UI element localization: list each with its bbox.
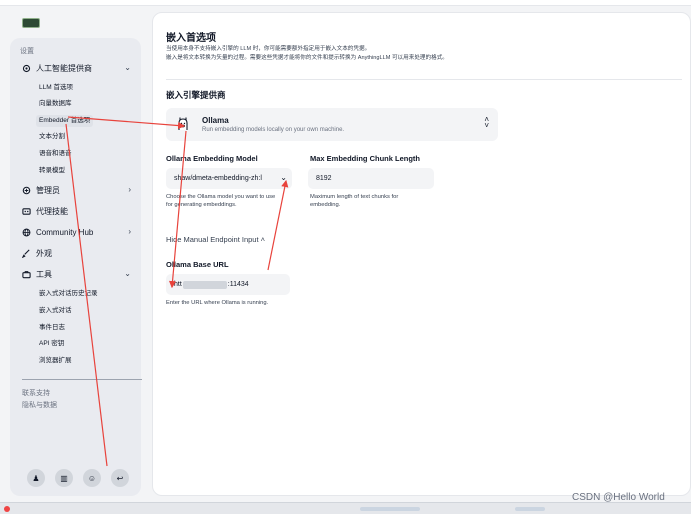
chevron-down-icon: ⌄ bbox=[280, 173, 287, 182]
chevron-right-icon: › bbox=[128, 227, 131, 236]
provider-selector[interactable]: Ollama Run embedding models locally on y… bbox=[166, 108, 498, 141]
header-divider bbox=[166, 79, 682, 80]
sub-item-embedder[interactable]: Embedder 首选项 bbox=[36, 115, 94, 127]
embedding-model-help-line-1: Choose the Ollama model you want to use bbox=[166, 194, 276, 200]
nav-agent-skills[interactable]: 代理技能 bbox=[10, 203, 141, 219]
nav-appearance-label: 外观 bbox=[36, 248, 52, 258]
chunk-length-help: Maximum length of text chunks for embedd… bbox=[310, 193, 398, 209]
page-title: 嵌入首选项 bbox=[166, 33, 216, 44]
base-url-label: Ollama Base URL bbox=[166, 260, 229, 269]
embedding-model-help: Choose the Ollama model you want to use … bbox=[166, 193, 275, 209]
status-dot bbox=[4, 506, 10, 512]
chunk-length-help-line-2: embedding. bbox=[310, 202, 341, 208]
sub-item-transcription[interactable]: 转录模型 bbox=[36, 165, 68, 177]
base-url-help: Enter the URL where Ollama is running. bbox=[166, 300, 269, 306]
chunk-length-input[interactable]: 8192 bbox=[308, 168, 434, 189]
base-url-value-suffix: :11434 bbox=[227, 281, 249, 288]
sub-item-event-log[interactable]: 事件日志 bbox=[36, 322, 68, 334]
settings-section-label: 设置 bbox=[20, 48, 34, 55]
github-icon: ♟ bbox=[32, 473, 40, 483]
discord-button[interactable]: ☺ bbox=[83, 469, 101, 487]
embedding-model-label: Ollama Embedding Model bbox=[166, 154, 258, 163]
base-url-value-prefix: htt bbox=[174, 281, 182, 288]
chevron-up-icon: ˄ bbox=[260, 235, 266, 244]
nav-tools-label: 工具 bbox=[36, 269, 52, 279]
sidebar: 设置 人工智能提供商 ⌄ LLM 首选项 向量数据库 Embedder 首选项 … bbox=[0, 6, 150, 502]
page-description-line-2: 嵌入是将文本转换为矢量的过程。需要这些凭据才能将你的文件和提示转换为 Anyth… bbox=[166, 55, 448, 61]
nav-admin[interactable]: 管理员 › bbox=[10, 182, 141, 198]
brush-icon bbox=[22, 249, 31, 258]
discord-icon: ☺ bbox=[87, 473, 97, 483]
sub-item-embed-chat-history[interactable]: 嵌入式对话历史记录 bbox=[36, 288, 101, 300]
taskbar bbox=[0, 502, 691, 514]
sub-item-embed-chat[interactable]: 嵌入式对话 bbox=[36, 305, 75, 317]
contact-support-link[interactable]: 联系支持 bbox=[22, 388, 50, 398]
back-arrow-icon: ↩ bbox=[116, 473, 124, 483]
gear-icon bbox=[22, 64, 31, 73]
admin-icon bbox=[22, 186, 31, 195]
chevron-down-icon: ⌄ bbox=[124, 63, 131, 72]
taskbar-segment bbox=[515, 507, 545, 511]
chunk-length-value: 8192 bbox=[316, 175, 332, 182]
chevron-down-icon: ⌄ bbox=[124, 269, 131, 278]
manual-endpoint-toggle-label: Hide Manual Endpoint Input bbox=[166, 235, 259, 244]
github-button[interactable]: ♟ bbox=[27, 469, 45, 487]
provider-name: Ollama bbox=[202, 116, 229, 125]
sidebar-divider bbox=[22, 379, 142, 380]
sub-item-voice[interactable]: 语音和语音 bbox=[36, 148, 75, 160]
redacted-host bbox=[182, 280, 227, 289]
settings-panel: 设置 人工智能提供商 ⌄ LLM 首选项 向量数据库 Embedder 首选项 … bbox=[10, 38, 142, 496]
provider-heading: 嵌入引擎提供商 bbox=[166, 90, 226, 100]
chevron-right-icon: › bbox=[128, 185, 131, 194]
privacy-link[interactable]: 隐私与数据 bbox=[22, 400, 57, 410]
nav-appearance[interactable]: 外观 bbox=[10, 245, 141, 261]
nav-ai-providers-label: 人工智能提供商 bbox=[36, 63, 92, 73]
nav-community-hub[interactable]: Community Hub › bbox=[10, 224, 141, 240]
docs-button[interactable]: ▥ bbox=[55, 469, 73, 487]
provider-description: Run embedding models locally on your own… bbox=[202, 127, 345, 133]
chevron-updown-icon: ˄ ˅ bbox=[484, 115, 489, 130]
nav-tools[interactable]: 工具 ⌄ bbox=[10, 266, 141, 282]
manual-endpoint-toggle[interactable]: Hide Manual Endpoint Input ˄ bbox=[166, 235, 265, 244]
nav-community-hub-label: Community Hub bbox=[36, 227, 94, 237]
nav-ai-providers[interactable]: 人工智能提供商 ⌄ bbox=[10, 60, 141, 76]
nav-admin-label: 管理员 bbox=[36, 185, 60, 195]
robot-icon bbox=[22, 207, 31, 216]
sub-item-api-keys[interactable]: API 密钥 bbox=[36, 338, 67, 350]
sub-item-text-splitter[interactable]: 文本分割 bbox=[36, 131, 68, 143]
embedding-model-select[interactable]: shaw/dmeta-embedding-zh:l ⌄ bbox=[166, 168, 292, 189]
back-button[interactable]: ↩ bbox=[111, 469, 129, 487]
chunk-length-label: Max Embedding Chunk Length bbox=[310, 154, 420, 163]
ollama-icon bbox=[175, 116, 191, 132]
embedding-model-value: shaw/dmeta-embedding-zh:l bbox=[174, 175, 262, 182]
main-content: 嵌入首选项 当使用本身不支持嵌入引擎的 LLM 时，你可能需要额外指定用于嵌入文… bbox=[152, 12, 691, 496]
app-logo[interactable] bbox=[22, 18, 40, 28]
page-description-line-1: 当使用本身不支持嵌入引擎的 LLM 时，你可能需要额外指定用于嵌入文本的凭据。 bbox=[166, 46, 371, 52]
globe-icon bbox=[22, 228, 31, 237]
book-icon: ▥ bbox=[60, 473, 68, 483]
base-url-input[interactable]: htt :11434 bbox=[166, 274, 290, 295]
sub-item-llm[interactable]: LLM 首选项 bbox=[36, 82, 76, 94]
sub-item-vector-db[interactable]: 向量数据库 bbox=[36, 98, 75, 110]
sub-item-browser-extension[interactable]: 浏览器扩展 bbox=[36, 355, 75, 367]
toolbox-icon bbox=[22, 270, 31, 279]
taskbar-segment bbox=[360, 507, 420, 511]
chunk-length-help-line-1: Maximum length of text chunks for bbox=[310, 194, 399, 200]
embedding-model-help-line-2: for generating embeddings. bbox=[166, 202, 237, 208]
nav-agent-skills-label: 代理技能 bbox=[36, 206, 68, 216]
